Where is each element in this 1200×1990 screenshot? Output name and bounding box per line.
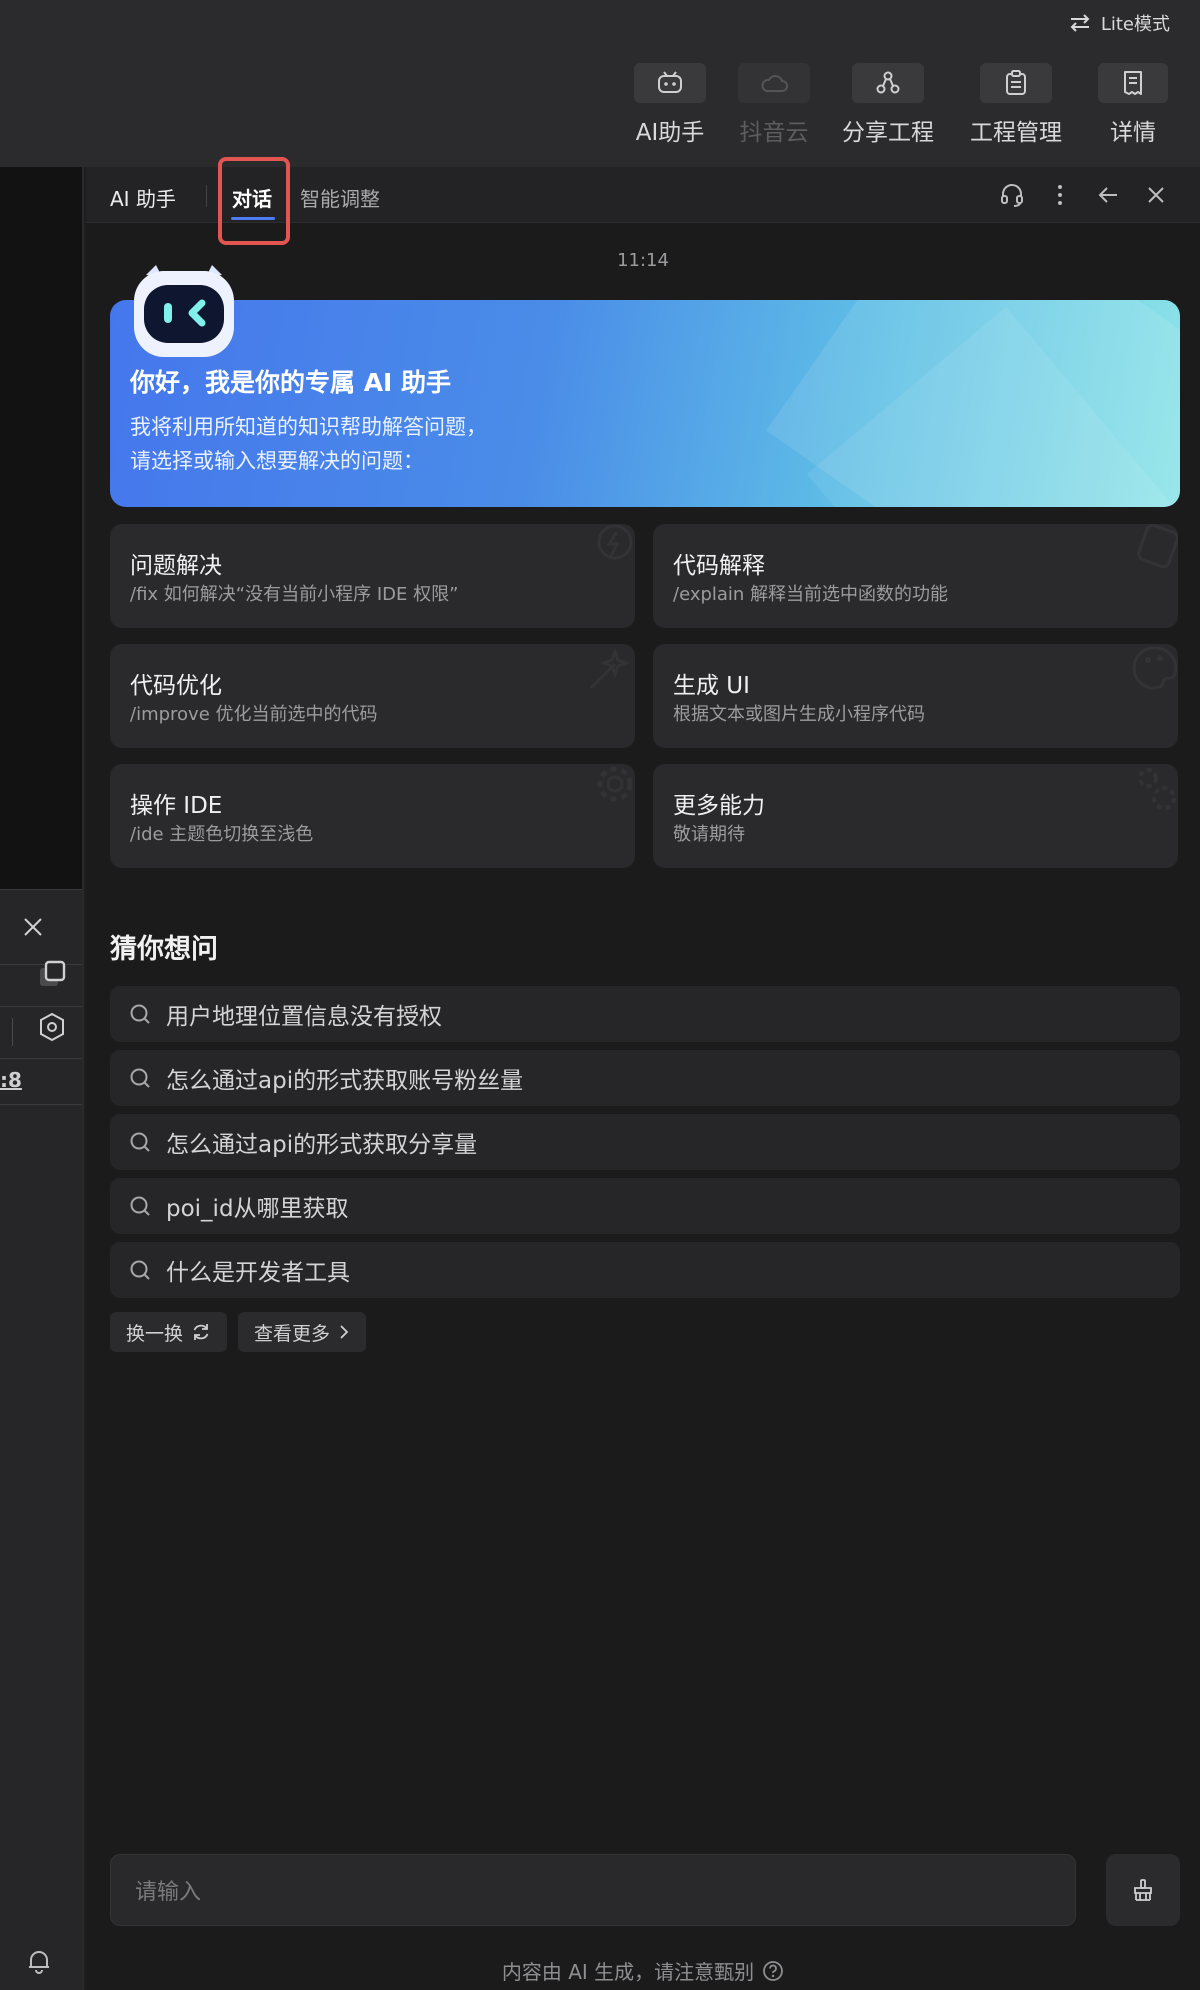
- panel-title: AI 助手: [110, 187, 176, 211]
- tool-ai-assistant[interactable]: AI助手: [634, 63, 706, 147]
- line-number-text: :8: [0, 1068, 22, 1092]
- chat-input[interactable]: 请输入: [110, 1854, 1076, 1926]
- headset-icon[interactable]: [998, 181, 1026, 209]
- card-desc: /ide 主题色切换至浅色: [130, 824, 314, 845]
- swap-icon: [1070, 14, 1090, 32]
- close-icon[interactable]: [1142, 181, 1170, 209]
- suggested-question[interactable]: 用户地理位置信息没有授权: [110, 986, 1180, 1042]
- copy-icon[interactable]: [38, 960, 66, 988]
- tool-label: 详情: [1110, 120, 1156, 146]
- card-generate-ui[interactable]: 生成 UI 根据文本或图片生成小程序代码: [653, 644, 1178, 748]
- editor-area: [0, 167, 82, 889]
- tool-label: 工程管理: [970, 120, 1062, 146]
- card-title: 生成 UI: [673, 673, 750, 699]
- card-desc: 根据文本或图片生成小程序代码: [673, 704, 925, 725]
- search-chat-icon: [128, 1194, 152, 1218]
- suggested-question[interactable]: 怎么通过api的形式获取账号粉丝量: [110, 1050, 1180, 1106]
- active-tab-indicator: [231, 217, 275, 220]
- search-chat-icon: [128, 1130, 152, 1154]
- card-title: 代码优化: [130, 673, 222, 699]
- clear-context-button[interactable]: [1106, 1854, 1180, 1926]
- card-desc: /explain 解释当前选中函数的功能: [673, 584, 949, 605]
- bottom-side-panel: :8: [0, 889, 82, 1990]
- welcome-title: 你好，我是你的专属 AI 助手: [130, 368, 452, 397]
- panel-header: AI 助手 对话 智能调整: [86, 157, 1200, 245]
- cloud-icon: [761, 75, 788, 92]
- lite-mode-label: Lite模式: [1100, 14, 1170, 35]
- tool-project-management[interactable]: 工程管理: [970, 63, 1062, 147]
- help-icon[interactable]: [762, 1960, 784, 1982]
- card-title: 操作 IDE: [130, 793, 223, 819]
- refresh-button[interactable]: 换一换: [110, 1312, 228, 1352]
- gear-icon: [597, 766, 633, 802]
- search-chat-icon: [128, 1066, 152, 1090]
- card-problem-solve[interactable]: 问题解决 /fix 如何解决“没有当前小程序 IDE 权限”: [110, 524, 635, 628]
- tool-share-project[interactable]: 分享工程: [842, 63, 934, 147]
- suggested-question[interactable]: poi_id从哪里获取: [110, 1178, 1180, 1234]
- question-text: 怎么通过api的形式获取分享量: [166, 1132, 478, 1158]
- top-toolbar: Lite模式 AI助手 抖音云 分享工程 工程管理 详情: [0, 0, 1200, 167]
- card-operate-ide[interactable]: 操作 IDE /ide 主题色切换至浅色: [110, 764, 635, 868]
- settings-hex-icon[interactable]: [38, 1012, 66, 1042]
- card-code-explain[interactable]: 代码解释 /explain 解释当前选中函数的功能: [653, 524, 1178, 628]
- lightning-icon: [597, 524, 633, 560]
- question-text: 用户地理位置信息没有授权: [166, 1004, 442, 1030]
- robot-avatar-icon: [134, 265, 234, 357]
- more-vertical-icon[interactable]: [1046, 181, 1074, 209]
- tool-label: 抖音云: [739, 120, 809, 146]
- tool-label: 分享工程: [842, 120, 934, 146]
- tab-chat[interactable]: 对话: [232, 183, 272, 212]
- refresh-label: 换一换: [126, 1322, 184, 1345]
- view-more-button[interactable]: 查看更多: [238, 1312, 367, 1352]
- disclaimer-text: 内容由 AI 生成，请注意甄别: [501, 1960, 755, 1984]
- card-desc: /fix 如何解决“没有当前小程序 IDE 权限”: [130, 584, 459, 605]
- card-more-abilities[interactable]: 更多能力 敬请期待: [653, 764, 1178, 868]
- palette-icon: [1132, 646, 1178, 690]
- bell-icon[interactable]: [26, 1948, 52, 1974]
- tool-douyin-cloud[interactable]: 抖音云: [738, 63, 810, 147]
- card-desc: /improve 优化当前选中的代码: [130, 704, 378, 725]
- card-desc: 敬请期待: [673, 824, 745, 845]
- ai-disclaimer: 内容由 AI 生成，请注意甄别: [86, 1956, 1200, 1985]
- card-title: 问题解决: [130, 553, 222, 579]
- tool-label: AI助手: [635, 120, 705, 146]
- magic-wand-icon: [589, 647, 631, 690]
- welcome-line: 我将利用所知道的知识帮助解答问题，: [130, 415, 487, 439]
- view-more-label: 查看更多: [254, 1322, 331, 1345]
- card-title: 代码解释: [673, 553, 765, 579]
- clipboard-icon: [1006, 70, 1026, 95]
- suggested-question[interactable]: 怎么通过api的形式获取分享量: [110, 1114, 1180, 1170]
- editor-left-strip: :8: [0, 167, 84, 1990]
- arrow-left-icon[interactable]: [1094, 181, 1122, 209]
- chevron-right-icon: [340, 1325, 349, 1339]
- search-chat-icon: [128, 1258, 152, 1282]
- note-icon: [1136, 524, 1178, 569]
- suggested-question[interactable]: 什么是开发者工具: [110, 1242, 1180, 1298]
- robot-icon: [658, 71, 682, 93]
- question-text: 怎么通过api的形式获取账号粉丝量: [166, 1068, 524, 1094]
- tab-smart-adjust[interactable]: 智能调整: [300, 183, 380, 212]
- card-code-optimize[interactable]: 代码优化 /improve 优化当前选中的代码: [110, 644, 635, 748]
- ai-assistant-panel: AI 助手 对话 智能调整 11:14 你好，我是你的专属 AI 助手 我将利用…: [86, 157, 1200, 1990]
- welcome-banner: 你好，我是你的专属 AI 助手 我将利用所知道的知识帮助解答问题， 请选择或输入…: [110, 300, 1180, 507]
- question-text: 什么是开发者工具: [166, 1260, 350, 1286]
- broom-icon: [1134, 1879, 1152, 1901]
- search-chat-icon: [128, 1002, 152, 1026]
- question-text: poi_id从哪里获取: [166, 1196, 349, 1222]
- share-icon: [876, 71, 900, 94]
- gears-icon: [1138, 768, 1176, 810]
- message-timestamp: 11:14: [617, 250, 669, 271]
- suggested-questions-heading: 猜你想问: [110, 934, 218, 965]
- close-icon[interactable]: [22, 916, 44, 938]
- lite-mode-toggle[interactable]: Lite模式: [1069, 10, 1170, 36]
- welcome-line: 请选择或输入想要解决的问题：: [130, 449, 424, 473]
- chat-input-placeholder: 请输入: [135, 1880, 202, 1905]
- card-title: 更多能力: [673, 793, 765, 819]
- document-icon: [1124, 71, 1142, 95]
- refresh-icon: [193, 1324, 209, 1340]
- tool-details[interactable]: 详情: [1098, 63, 1168, 147]
